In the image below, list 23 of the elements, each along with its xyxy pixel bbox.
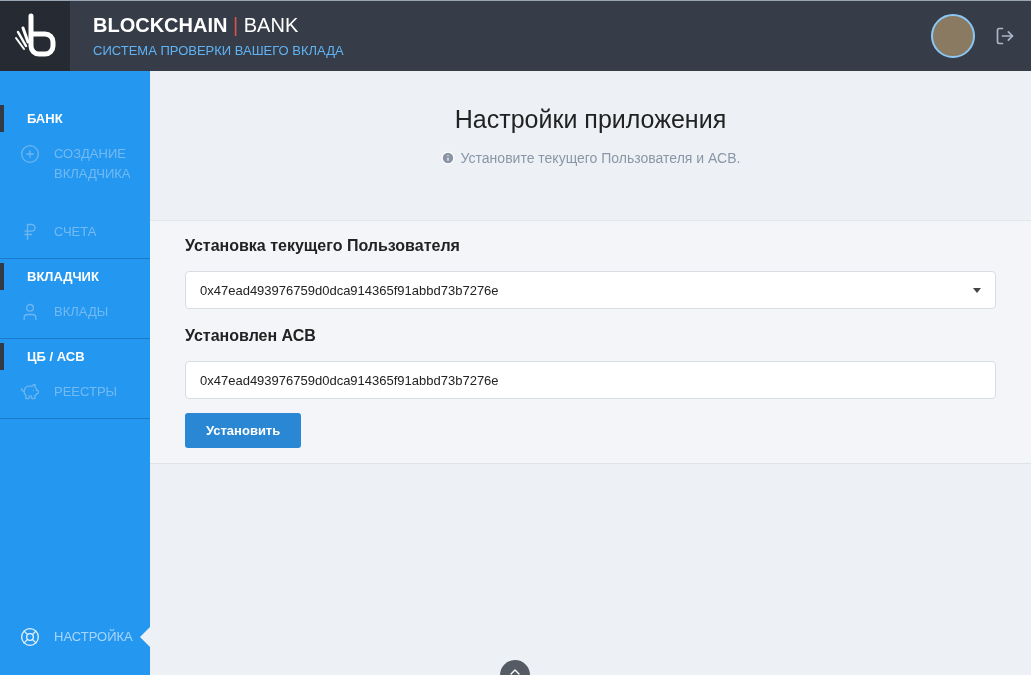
nav-item[interactable]: СОЗДАНИЕ ВКЛАДЧИКА — [0, 132, 150, 210]
user-select[interactable]: 0x47ead493976759d0dca914365f91abbd73b7276e — [185, 271, 996, 309]
nav-item[interactable]: ВКЛАДЫ — [0, 290, 150, 334]
caret-icon — [973, 287, 981, 293]
plus-circle-icon — [20, 144, 40, 164]
info-icon — [440, 151, 455, 165]
hint-text: Установите текущего Пользователя и АСВ. — [460, 150, 741, 166]
submit-button[interactable]: Установить — [185, 413, 302, 448]
nav-item[interactable]: СЧЕТА — [0, 210, 150, 254]
field-label: Установлен АСВ — [185, 327, 317, 345]
field-label: Установка текущего Пользователя — [185, 237, 461, 255]
logo-icon — [13, 12, 57, 60]
lifebuoy-icon — [20, 627, 40, 647]
nav-item[interactable]: НАСТРОЙКА — [0, 615, 150, 659]
brand-title: BLOCKCHAIN | BANK — [93, 14, 300, 37]
page-title: Настройки приложения — [454, 105, 727, 134]
avatar[interactable] — [931, 14, 975, 58]
brand-subtitle: СИСТЕМА ПРОВЕРКИ ВАШЕГО ВКЛАДА — [93, 43, 345, 58]
logout-icon[interactable] — [995, 26, 1015, 46]
piggy-bank-icon — [20, 382, 40, 402]
section-title: БАНК — [0, 105, 150, 132]
nav-item[interactable]: РЕЕСТРЫ — [0, 370, 150, 414]
input-field[interactable]: 0x47ead493976759d0dca914365f91abbd73b7276e — [185, 361, 996, 399]
